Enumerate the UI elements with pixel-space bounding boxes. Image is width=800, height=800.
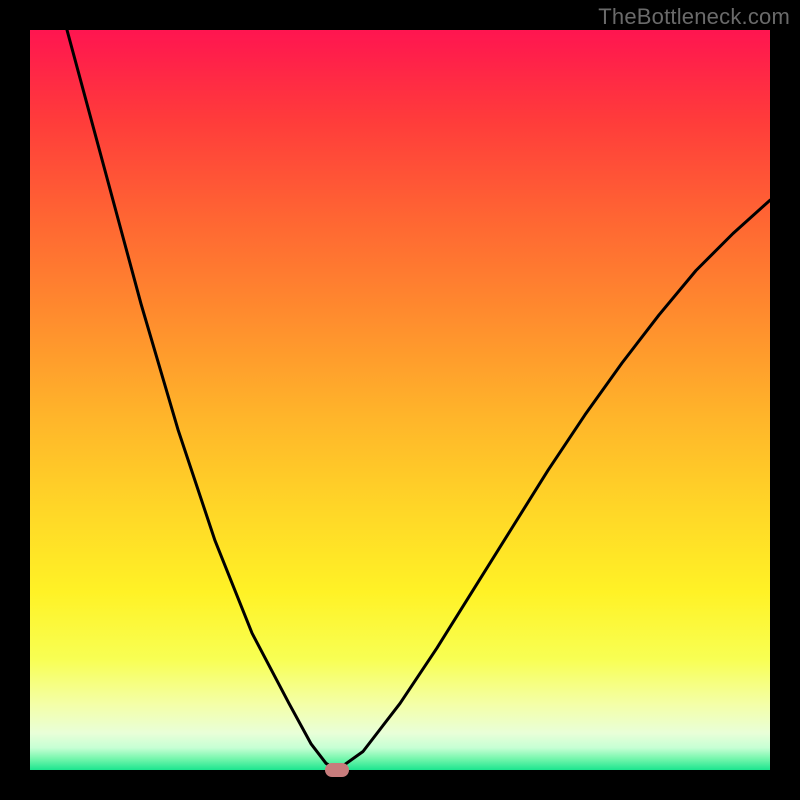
curve-left-branch bbox=[67, 30, 337, 770]
optimum-marker bbox=[325, 763, 349, 777]
chart-frame: TheBottleneck.com bbox=[0, 0, 800, 800]
curve-right-branch bbox=[337, 200, 770, 770]
attribution-text: TheBottleneck.com bbox=[598, 4, 790, 30]
bottleneck-curve bbox=[30, 30, 770, 770]
